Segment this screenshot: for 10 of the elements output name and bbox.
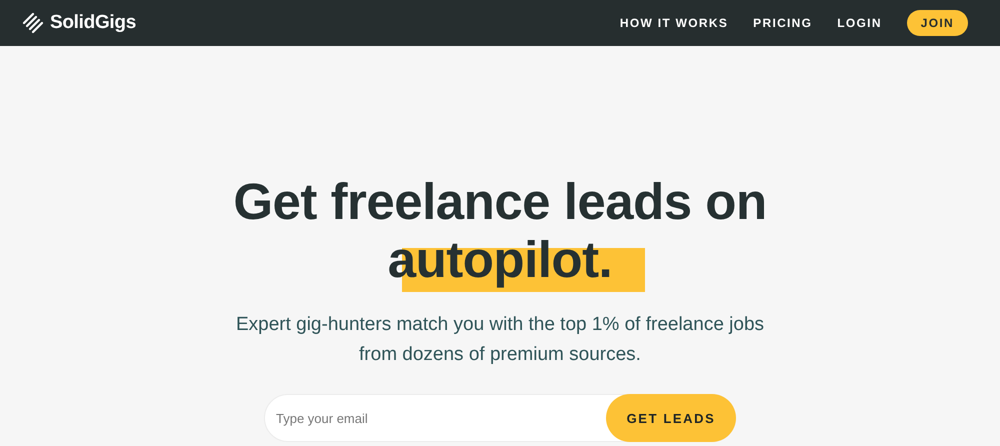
headline: Get freelance leads on: [233, 173, 767, 231]
nav-link[interactable]: LOGIN: [837, 16, 882, 30]
brand-name[interactable]: SolidGigs: [50, 12, 136, 34]
subtitle: Expert gig-hunters match you with the top 1% of freelance jobs from dozens of premium sources.: [234, 313, 766, 367]
join-button[interactable]: JOIN: [906, 10, 968, 36]
get-leads-button[interactable]: GET LEADS: [606, 394, 736, 442]
nav-link[interactable]: PRICING: [753, 16, 812, 30]
email-signup-field[interactable]: Type your email GET LEADS: [264, 394, 736, 442]
nav-link[interactable]: HOW IT WORKS: [620, 16, 728, 30]
logo-icon: [22, 11, 46, 35]
